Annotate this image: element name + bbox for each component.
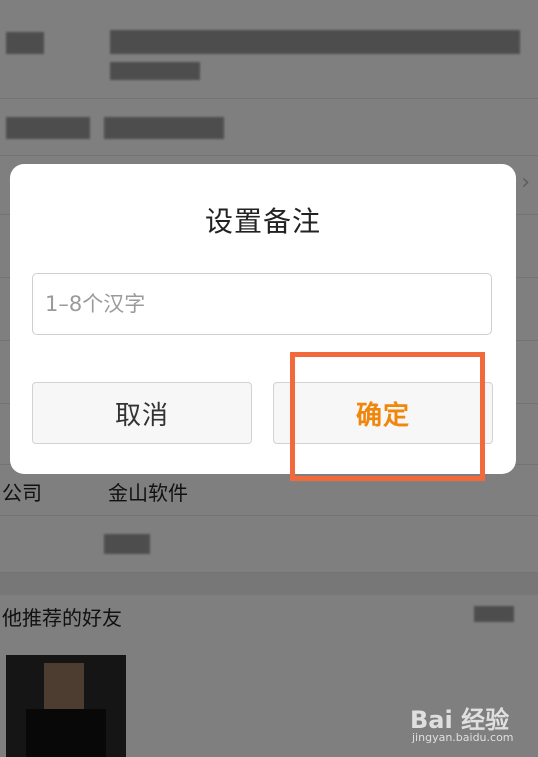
dialog-title: 设置备注	[204, 205, 321, 238]
remark-input[interactable]	[32, 273, 492, 335]
confirm-highlight-box	[290, 352, 485, 481]
watermark-url: jingyan.baidu.com	[412, 731, 514, 744]
baidu-jingyan-watermark: Bai 经验 jingyan.baidu.com	[410, 700, 532, 750]
cancel-button[interactable]: 取消	[32, 382, 252, 444]
watermark-logo: Bai 经验	[410, 706, 510, 734]
